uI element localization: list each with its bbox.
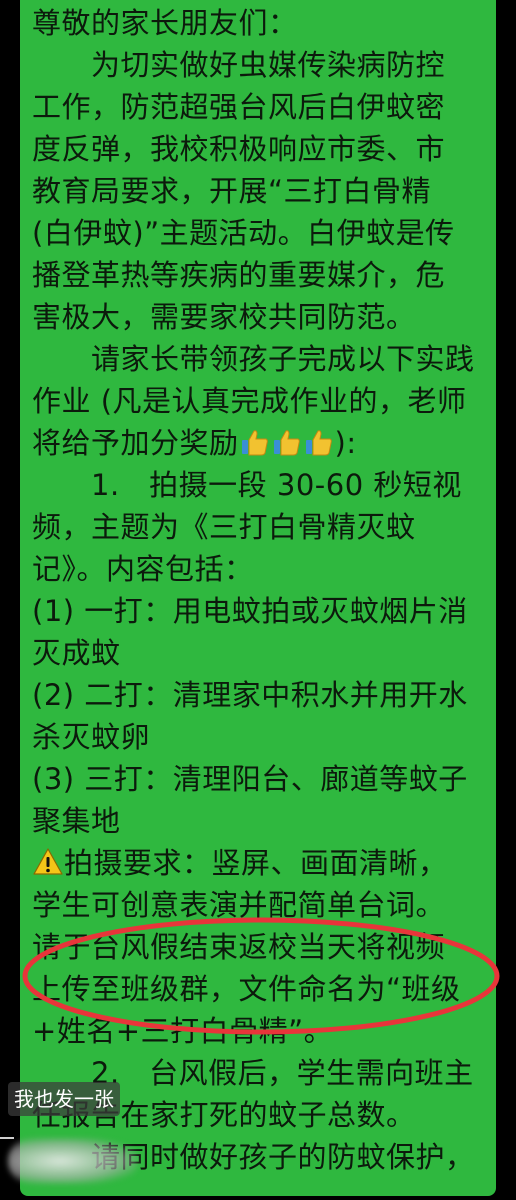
notice-item-1: 1. 拍摄一段 30-60 秒短视 bbox=[32, 468, 462, 502]
notice-subitem-1: (1) 一打：用电蚊拍或灭蚊烟片消 bbox=[32, 594, 468, 628]
notice-text: ): bbox=[334, 426, 357, 460]
comment-caption: 我也发一张 bbox=[8, 1082, 120, 1116]
notice-greeting: 尊敬的家长朋友们： bbox=[32, 6, 298, 40]
notice-line: 请于台风假结束返校当天将视频 bbox=[32, 930, 446, 964]
notice-line: 为切实做好虫媒传染病防控 bbox=[32, 48, 446, 82]
notice-line-reward: 将给予加分奖励): bbox=[32, 422, 488, 464]
notice-subitem-3: (3) 三打：清理阳台、廊道等蚊子 bbox=[32, 762, 468, 796]
notice-line-requirements: 拍摄要求：竖屏、画面清晰， bbox=[32, 842, 488, 884]
notice-subitem-2: (2) 二打：清理家中积水并用开水 bbox=[32, 678, 468, 712]
notice-line: 害极大，需要家校共同防范。 bbox=[32, 300, 416, 334]
notice-line: +姓名+三打白骨精”。 bbox=[32, 1014, 334, 1048]
thumbs-up-icon bbox=[304, 427, 334, 457]
thumbs-up-icon bbox=[240, 427, 270, 457]
notice-line: 灭成蚊 bbox=[32, 636, 121, 670]
notice-line: 频，主题为《三打白骨精灭蚊 bbox=[32, 510, 416, 544]
notice-text: 拍摄要求：竖屏、画面清晰， bbox=[64, 846, 448, 880]
notice-line: 作业 (凡是认真完成作业的，老师 bbox=[32, 384, 467, 418]
notice-line: 学生可创意表演并配简单台词。 bbox=[32, 888, 446, 922]
notice-card: 尊敬的家长朋友们： 为切实做好虫媒传染病防控 工作，防范超强台风后白伊蚊密 度反… bbox=[20, 0, 496, 1196]
thumbs-up-icon bbox=[272, 427, 302, 457]
notice-line: 聚集地 bbox=[32, 804, 121, 838]
notice-line: 杀灭蚊卵 bbox=[32, 720, 151, 754]
notice-line: 请家长带领孩子完成以下实践 bbox=[32, 342, 475, 376]
divider bbox=[0, 1137, 14, 1139]
notice-line: 播登革热等疾病的重要媒介，危 bbox=[32, 258, 446, 292]
notice-line: (白伊蚊)”主题活动。白伊蚊是传 bbox=[32, 216, 455, 250]
notice-line: 上传至班级群，文件命名为“班级 bbox=[32, 972, 461, 1006]
screenshot-frame: 尊敬的家长朋友们： 为切实做好虫媒传染病防控 工作，防范超强台风后白伊蚊密 度反… bbox=[0, 0, 516, 1200]
notice-text: 将给予加分奖励 bbox=[32, 426, 239, 460]
notice-line: 记》。内容包括： bbox=[32, 552, 254, 586]
notice-line: 工作，防范超强台风后白伊蚊密 bbox=[32, 90, 446, 124]
notice-line: 度反弹，我校积极响应市委、市 bbox=[32, 132, 446, 166]
blurred-avatar bbox=[8, 1138, 138, 1184]
warning-icon bbox=[33, 847, 63, 877]
notice-line: 教育局要求，开展“三打白骨精 bbox=[32, 174, 432, 208]
